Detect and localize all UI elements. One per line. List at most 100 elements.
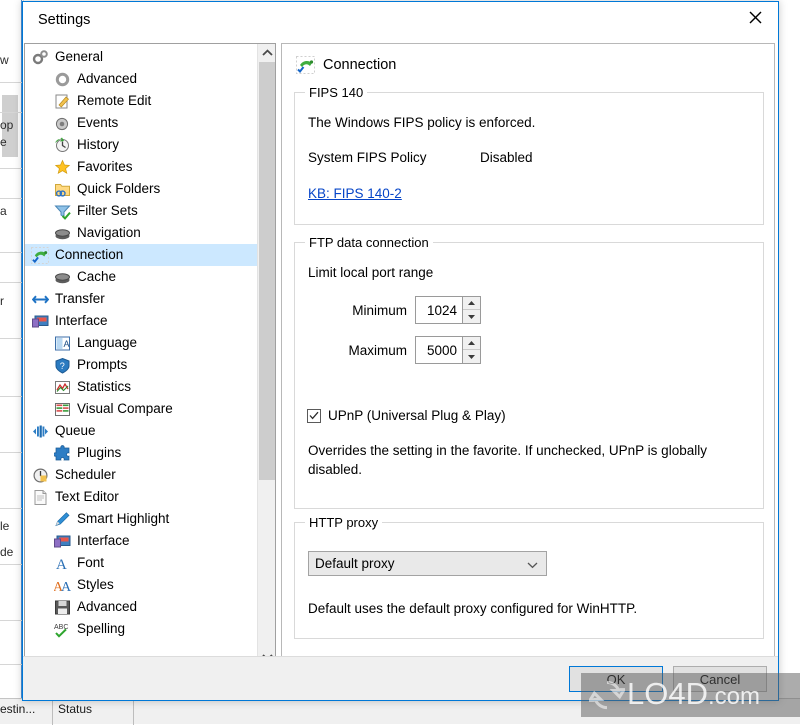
monitor-icon xyxy=(31,315,48,327)
caret-up-icon xyxy=(468,341,475,345)
fips-policy-label: System FIPS Policy xyxy=(308,150,427,165)
sidebar-item-font[interactable]: A Font xyxy=(25,552,258,574)
background-text-fragment: op xyxy=(0,118,14,132)
tree-scrollbar-thumb[interactable] xyxy=(259,62,275,480)
cancel-button[interactable]: Cancel xyxy=(673,666,767,692)
maximum-increment-button[interactable] xyxy=(463,337,480,350)
ok-button[interactable]: OK xyxy=(569,666,663,692)
sidebar-item-prompts[interactable]: ? Prompts xyxy=(25,354,258,376)
dialog-title: Settings xyxy=(38,12,91,28)
speaker-icon xyxy=(55,117,68,130)
close-button[interactable] xyxy=(732,2,778,32)
monitor-icon xyxy=(30,312,50,330)
sidebar-item-label: Queue xyxy=(55,423,96,438)
sidebar-item-spelling[interactable]: ABC Spelling xyxy=(25,618,258,640)
font-a-icon: A xyxy=(56,557,67,572)
sidebar-item-filter-sets[interactable]: Filter Sets xyxy=(25,200,258,222)
sidebar-item-scheduler[interactable]: Scheduler xyxy=(25,464,258,486)
sidebar-item-transfer[interactable]: Transfer xyxy=(25,288,258,310)
funnel-check-icon xyxy=(52,202,72,220)
scroll-up-button[interactable] xyxy=(258,44,275,62)
minimum-decrement-button[interactable] xyxy=(463,310,480,323)
maximum-port-stepper[interactable]: 5000 xyxy=(415,336,481,364)
sidebar-item-text-editor[interactable]: Text Editor xyxy=(25,486,258,508)
background-text-fragment: w xyxy=(0,53,9,67)
compare-icon xyxy=(52,400,72,418)
background-status-bar: estin... Status xyxy=(0,698,800,725)
sidebar-item-events[interactable]: Events xyxy=(25,112,258,134)
http-proxy-select[interactable]: Default proxy xyxy=(308,551,547,576)
sidebar-item-interface[interactable]: Interface xyxy=(25,530,258,552)
queue-icon xyxy=(32,425,48,437)
minimum-port-spin-buttons[interactable] xyxy=(462,296,481,324)
content-header: Connection xyxy=(296,56,396,74)
sidebar-item-favorites[interactable]: Favorites xyxy=(25,156,258,178)
background-left-panel: w op e a r le de xyxy=(0,0,24,724)
maximum-decrement-button[interactable] xyxy=(463,350,480,363)
dialog-footer: OK Cancel xyxy=(23,656,778,700)
sidebar-item-advanced[interactable]: Advanced xyxy=(25,596,258,618)
sidebar-item-language[interactable]: A Language xyxy=(25,332,258,354)
upnp-checkbox[interactable] xyxy=(307,408,321,423)
sidebar-item-styles[interactable]: A A Styles xyxy=(25,574,258,596)
sidebar-item-label: Quick Folders xyxy=(77,181,161,196)
background-text-fragment: a xyxy=(0,204,7,218)
pencil-page-icon xyxy=(52,92,72,110)
tree-scrollbar[interactable] xyxy=(257,44,275,666)
background-row-divider xyxy=(0,82,22,83)
upnp-label: UPnP (Universal Plug & Play) xyxy=(328,408,506,423)
clock-icon xyxy=(30,466,50,484)
background-row-divider xyxy=(0,452,22,453)
sidebar-item-label: Connection xyxy=(55,247,124,262)
maximum-label: Maximum xyxy=(348,343,407,358)
ok-button-label: OK xyxy=(606,671,626,687)
speaker-icon xyxy=(52,114,72,132)
sidebar-item-visual-compare[interactable]: Visual Compare xyxy=(25,398,258,420)
fips-kb-link[interactable]: KB: FIPS 140-2 xyxy=(308,186,402,201)
shield-question-icon: ? xyxy=(52,356,72,374)
sidebar-item-label: Cache xyxy=(77,269,117,284)
maximum-port-spin-buttons[interactable] xyxy=(462,336,481,364)
cancel-button-label: Cancel xyxy=(699,671,741,687)
svg-text:A: A xyxy=(63,339,69,349)
svg-text:A: A xyxy=(56,557,67,572)
settings-category-tree[interactable]: General Advanced Remote Edit Events History F… xyxy=(24,43,276,667)
fips-groupbox: FIPS 140 The Windows FIPS policy is enfo… xyxy=(294,85,764,225)
sidebar-item-interface[interactable]: Interface xyxy=(25,310,258,332)
disc-stack-icon xyxy=(52,224,72,242)
monitor-icon xyxy=(53,535,70,547)
sidebar-item-history[interactable]: History xyxy=(25,134,258,156)
minimum-port-value[interactable]: 1024 xyxy=(415,296,462,324)
background-row-divider xyxy=(0,396,22,397)
sidebar-item-label: Text Editor xyxy=(55,489,119,504)
sidebar-item-label: History xyxy=(77,137,120,152)
sidebar-item-statistics[interactable]: Statistics xyxy=(25,376,258,398)
sidebar-item-remote-edit[interactable]: Remote Edit xyxy=(25,90,258,112)
upnp-checkbox-row[interactable]: UPnP (Universal Plug & Play) xyxy=(307,408,506,423)
plug-check-icon xyxy=(31,246,49,264)
sidebar-item-general[interactable]: General xyxy=(25,46,258,68)
arrows-lr-icon xyxy=(31,295,49,303)
sidebar-item-plugins[interactable]: Plugins xyxy=(25,442,258,464)
plug-check-icon xyxy=(296,56,315,74)
sidebar-item-label: Smart Highlight xyxy=(77,511,170,526)
sidebar-item-smart-highlight[interactable]: Smart Highlight xyxy=(25,508,258,530)
background-row-divider xyxy=(0,252,22,253)
document-icon xyxy=(30,488,50,506)
puzzle-icon xyxy=(53,444,69,460)
minimum-increment-button[interactable] xyxy=(463,297,480,310)
fips-description: The Windows FIPS policy is enforced. xyxy=(308,115,536,130)
upnp-help-text: Overrides the setting in the favorite. I… xyxy=(308,443,707,477)
sidebar-item-connection[interactable]: Connection xyxy=(25,244,258,266)
sidebar-item-cache[interactable]: Cache xyxy=(25,266,258,288)
pen-icon xyxy=(52,510,72,528)
sidebar-item-label: Font xyxy=(77,555,105,570)
settings-content-panel: Connection FIPS 140 The Windows FIPS pol… xyxy=(281,43,775,667)
content-title: Connection xyxy=(323,57,397,73)
sidebar-item-advanced[interactable]: Advanced xyxy=(25,68,258,90)
minimum-port-stepper[interactable]: 1024 xyxy=(415,296,481,324)
sidebar-item-navigation[interactable]: Navigation xyxy=(25,222,258,244)
maximum-port-value[interactable]: 5000 xyxy=(415,336,462,364)
sidebar-item-queue[interactable]: Queue xyxy=(25,420,258,442)
sidebar-item-quick-folders[interactable]: Quick Folders xyxy=(25,178,258,200)
